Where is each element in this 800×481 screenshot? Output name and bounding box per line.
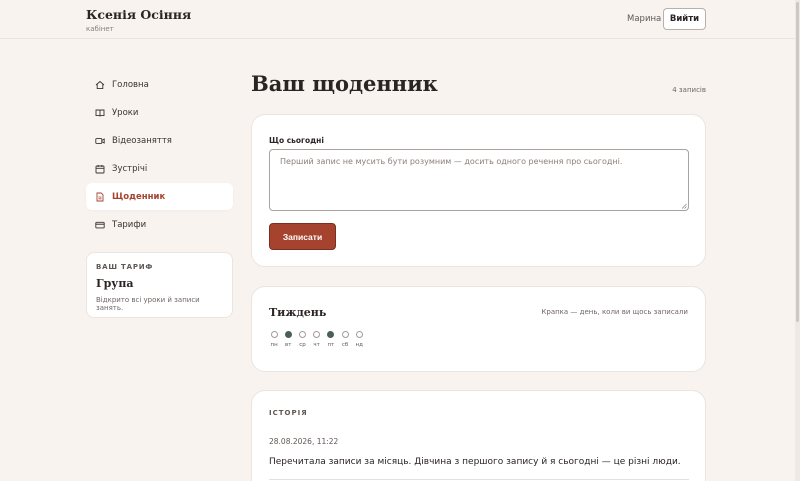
day-label: нд: [355, 342, 363, 348]
week-days: пн вт ср чт пт сб нд: [267, 331, 366, 348]
day-saturday: сб: [338, 331, 352, 348]
plan-description: Відкрито всі уроки й записи занять.: [96, 296, 200, 312]
day-thursday: чт: [310, 331, 324, 348]
sidebar-item-label: Зустрічі: [112, 163, 148, 174]
day-tuesday: вт: [281, 331, 295, 348]
sidebar-item-lessons[interactable]: Уроки: [86, 99, 233, 126]
day-label: чт: [313, 342, 320, 348]
entry-text: Перечитала записи за місяць. Дівчина з п…: [269, 457, 681, 467]
home-icon: [95, 80, 105, 90]
day-wednesday: ср: [295, 331, 309, 348]
day-monday: пн: [267, 331, 281, 348]
submit-entry-button[interactable]: Записати: [269, 223, 336, 250]
page-title: Ваш щоденник: [251, 71, 438, 96]
sidebar-item-meetings[interactable]: Зустрічі: [86, 155, 233, 182]
day-label: сб: [341, 342, 349, 348]
sidebar-item-label: Уроки: [112, 107, 139, 118]
week-card: Тиждень Крапка — день, коли ви щось запи…: [251, 286, 706, 372]
today-label: Що сьогодні: [269, 136, 324, 145]
day-friday: пт: [324, 331, 338, 348]
day-dot: [341, 331, 349, 338]
logout-button[interactable]: Вийти: [663, 8, 706, 30]
brand-name: Ксенія Осіння: [86, 7, 192, 22]
divider: [269, 479, 689, 480]
day-dot: [313, 331, 321, 338]
history-card: ІСТОРІЯ 28.08.2026, 11:22 Перечитала зап…: [251, 390, 706, 481]
day-dot: [327, 331, 335, 338]
brand-subtitle: кабінет: [86, 25, 114, 33]
book-icon: [95, 108, 105, 118]
resize-handle-icon[interactable]: [681, 203, 687, 209]
day-dot: [270, 331, 278, 338]
document-icon: [95, 192, 105, 202]
plan-card: ВАШ ТАРИФ Група Відкрито всі уроки й зап…: [86, 252, 233, 318]
calendar-icon: [95, 164, 105, 174]
day-dot: [298, 331, 306, 338]
sidebar-item-pricing[interactable]: Тарифи: [86, 211, 233, 238]
scrollbar-thumb[interactable]: [796, 2, 799, 322]
sidebar-item-videos[interactable]: Відеозаняття: [86, 127, 233, 154]
sidebar-nav: Головна Уроки Відеозаняття Зустрічі Щоде…: [86, 71, 233, 239]
week-hint: Крапка — день, коли ви щось записали: [541, 308, 688, 316]
brand[interactable]: Ксенія Осіння кабінет: [86, 7, 191, 33]
sidebar-item-diary[interactable]: Щоденник: [86, 183, 233, 210]
user-name: Марина: [627, 14, 662, 24]
card-icon: [95, 220, 105, 230]
day-label: ср: [299, 342, 306, 348]
day-label: пт: [327, 342, 335, 348]
sidebar-item-label: Щоденник: [112, 191, 166, 202]
sidebar-item-label: Тарифи: [112, 219, 147, 230]
video-icon: [95, 136, 105, 146]
history-caption: ІСТОРІЯ: [269, 409, 308, 417]
top-bar: Ксенія Осіння кабінет Марина Вийти: [0, 0, 800, 39]
day-sunday: нд: [352, 331, 366, 348]
sidebar-item-label: Головна: [112, 79, 149, 90]
day-dot: [355, 331, 363, 338]
plan-caption: ВАШ ТАРИФ: [96, 263, 154, 271]
entry-date: 28.08.2026, 11:22: [269, 437, 339, 446]
today-entry-card: Що сьогодні Записати: [251, 114, 706, 267]
day-dot: [284, 331, 292, 338]
entry-count: 4 записів: [672, 86, 706, 94]
day-label: вт: [285, 342, 292, 348]
diary-entry-textarea[interactable]: [269, 149, 689, 211]
day-label: пн: [270, 342, 278, 348]
plan-name: Група: [96, 277, 134, 290]
sidebar-item-home[interactable]: Головна: [86, 71, 233, 98]
week-title: Тиждень: [269, 306, 327, 319]
sidebar-item-label: Відеозаняття: [112, 135, 172, 146]
